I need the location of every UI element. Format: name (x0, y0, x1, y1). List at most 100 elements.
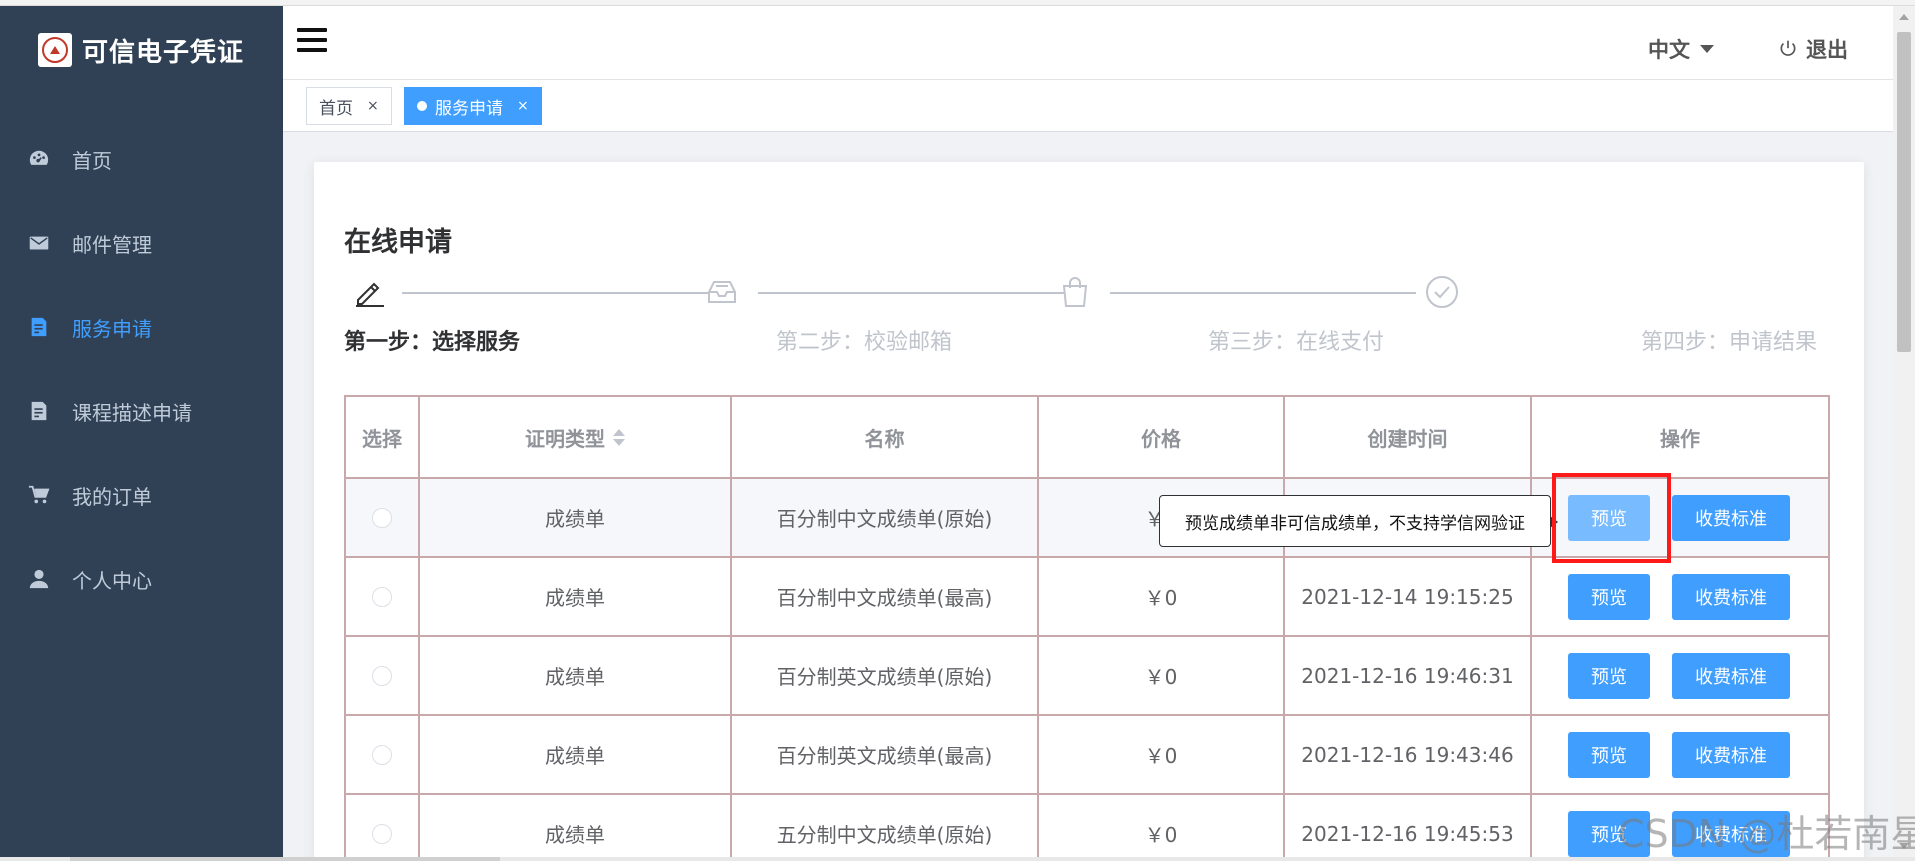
step-connector (1110, 292, 1416, 294)
tag-label: 服务申请 (435, 98, 503, 119)
table-row[interactable]: 成绩单 百分制英文成绩单(最高) ￥0 2021-12-16 19:43:46 … (346, 716, 1828, 795)
sidebar-item-label: 邮件管理 (72, 232, 152, 257)
check-circle-icon (1424, 274, 1460, 310)
fee-standard-button[interactable]: 收费标准 (1672, 573, 1790, 620)
type-cell: 成绩单 (420, 637, 732, 714)
actions-cell: 预览 收费标准 (1532, 558, 1828, 635)
select-cell (346, 795, 420, 861)
step-2-label: 第二步：校验邮箱 (776, 330, 953, 355)
mail-icon (28, 232, 50, 254)
sidebar-item-label: 个人中心 (72, 568, 152, 593)
price-cell: ￥0 (1039, 637, 1285, 714)
column-header-created: 创建时间 (1285, 397, 1532, 477)
preview-button[interactable]: 预览 (1568, 652, 1650, 699)
highlight-box (1552, 473, 1671, 563)
sort-icon[interactable] (613, 428, 625, 446)
name-cell: 百分制中文成绩单(最高) (732, 558, 1039, 635)
sidebar-item-label: 首页 (72, 148, 112, 173)
actions-cell: 预览 收费标准 (1532, 716, 1828, 793)
fee-standard-button[interactable]: 收费标准 (1672, 731, 1790, 778)
tag-label: 首页 (319, 98, 353, 119)
actions-cell: 预览 收费标准 (1532, 637, 1828, 714)
cart-icon (28, 484, 50, 506)
row-radio[interactable] (372, 507, 392, 528)
logout-label: 退出 (1806, 38, 1848, 62)
price-cell: ￥0 (1039, 795, 1285, 861)
select-cell (346, 716, 420, 793)
dashboard-icon (28, 148, 50, 170)
sidebar-item-label: 服务申请 (72, 316, 152, 341)
sidebar-item-profile[interactable]: 个人中心 (0, 537, 283, 621)
steps: 第一步：选择服务 第二步：校验邮箱 第三步：在线支付 第四步：申请结果 (344, 272, 1834, 362)
row-radio[interactable] (372, 823, 392, 844)
name-cell: 百分制英文成绩单(最高) (732, 716, 1039, 793)
step-1-label: 第一步：选择服务 (344, 330, 521, 355)
name-cell: 五分制中文成绩单(原始) (732, 795, 1039, 861)
step-3-label: 第三步：在线支付 (1208, 330, 1385, 355)
type-cell: 成绩单 (420, 558, 732, 635)
active-dot-icon (417, 101, 427, 111)
scroll-up-icon[interactable] (1899, 14, 1909, 20)
logout-button[interactable]: 退出 (1778, 34, 1848, 64)
column-header-select: 选择 (346, 397, 420, 477)
created-cell: 2021-12-16 19:45:53 (1285, 795, 1532, 861)
language-label: 中文 (1648, 38, 1690, 62)
hamburger-menu-icon[interactable] (297, 28, 327, 54)
sidebar-item-label: 课程描述申请 (72, 400, 192, 425)
close-icon[interactable]: × (517, 98, 529, 114)
tag-home[interactable]: 首页 × (306, 87, 392, 125)
tags-view: 首页 × 服务申请 × (283, 80, 1893, 132)
name-cell: 百分制英文成绩单(原始) (732, 637, 1039, 714)
sidebar: 可信电子凭证 首页 邮件管理 服务申请 课程描述申请 我的订单 个人中心 (0, 6, 283, 857)
name-cell: 百分制中文成绩单(原始) (732, 479, 1039, 556)
row-radio[interactable] (372, 665, 392, 686)
form-icon (28, 316, 50, 338)
sidebar-item-course[interactable]: 课程描述申请 (0, 369, 283, 453)
top-navbar: 中文 退出 (283, 6, 1893, 80)
type-cell: 成绩单 (420, 716, 732, 793)
scrollbar-thumb[interactable] (1897, 32, 1911, 352)
price-cell: ￥0 (1039, 558, 1285, 635)
fee-standard-button[interactable]: 收费标准 (1672, 494, 1790, 541)
column-header-name: 名称 (732, 397, 1039, 477)
brand-title: 可信电子凭证 (82, 37, 245, 68)
sidebar-item-service[interactable]: 服务申请 (0, 285, 283, 369)
created-cell: 2021-12-16 19:46:31 (1285, 637, 1532, 714)
select-cell (346, 637, 420, 714)
watermark: CSDN @杜若南星 (1618, 812, 1915, 856)
brand[interactable]: 可信电子凭证 (38, 30, 244, 70)
column-header-type-label: 证明类型 (525, 426, 605, 451)
sidebar-item-orders[interactable]: 我的订单 (0, 453, 283, 537)
select-cell (346, 558, 420, 635)
created-cell: 2021-12-16 19:43:46 (1285, 716, 1532, 793)
services-table: 选择 证明类型 名称 价格 创建时间 操作 成绩单 百分制中文成绩单(原始) ￥… (344, 395, 1830, 861)
caret-down-icon (1700, 45, 1714, 53)
bag-icon (1057, 274, 1093, 310)
column-header-price: 价格 (1039, 397, 1285, 477)
sidebar-item-mail[interactable]: 邮件管理 (0, 201, 283, 285)
column-header-actions: 操作 (1660, 426, 1700, 451)
type-cell: 成绩单 (420, 795, 732, 861)
sidebar-item-home[interactable]: 首页 (0, 117, 283, 201)
page-title: 在线申请 (344, 227, 452, 258)
table-row[interactable]: 成绩单 百分制英文成绩单(原始) ￥0 2021-12-16 19:46:31 … (346, 637, 1828, 716)
preview-tooltip: 预览成绩单非可信成绩单，不支持学信网验证 (1159, 495, 1558, 547)
scrollbar-thumb[interactable] (70, 857, 500, 861)
language-dropdown[interactable]: 中文 (1648, 34, 1714, 64)
row-radio[interactable] (372, 586, 392, 607)
table-row[interactable]: 成绩单 五分制中文成绩单(原始) ￥0 2021-12-16 19:45:53 … (346, 795, 1828, 861)
price-cell: ￥0 (1039, 716, 1285, 793)
fee-standard-button[interactable]: 收费标准 (1672, 652, 1790, 699)
power-icon (1780, 40, 1796, 56)
table-row[interactable]: 成绩单 百分制中文成绩单(最高) ￥0 2021-12-14 19:15:25 … (346, 558, 1828, 637)
user-icon (28, 568, 50, 590)
column-header-type[interactable]: 证明类型 (420, 397, 732, 477)
preview-button[interactable]: 预览 (1568, 573, 1650, 620)
close-icon[interactable]: × (367, 98, 379, 114)
created-cell: 2021-12-14 19:15:25 (1285, 558, 1532, 635)
type-cell: 成绩单 (420, 479, 732, 556)
vertical-scrollbar[interactable] (1893, 6, 1915, 857)
tag-service[interactable]: 服务申请 × (404, 87, 542, 125)
preview-button[interactable]: 预览 (1568, 731, 1650, 778)
row-radio[interactable] (372, 744, 392, 765)
